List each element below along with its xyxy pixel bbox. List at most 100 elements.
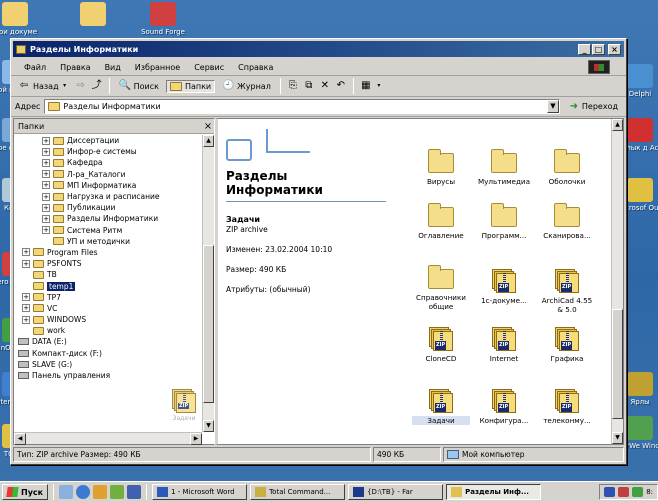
expand-toggle-icon[interactable]: + <box>22 315 30 324</box>
outlook-express-icon[interactable] <box>93 485 108 499</box>
search-button[interactable]: 🔍 Поиск <box>116 79 162 93</box>
close-icon[interactable]: × <box>202 121 214 132</box>
quicklaunch-app-icon[interactable] <box>110 485 125 499</box>
menu-view[interactable]: Вид <box>98 63 128 72</box>
history-button[interactable]: 🕘 Журнал <box>219 79 274 93</box>
show-desktop-icon[interactable] <box>59 485 74 499</box>
tree-item[interactable]: + Program Files <box>14 247 202 258</box>
minimize-button[interactable]: _ <box>578 43 591 55</box>
tree-horizontal-scrollbar[interactable]: ◀ ▶ <box>14 432 202 445</box>
expand-toggle-icon[interactable]: + <box>42 214 50 223</box>
tree-item[interactable]: work <box>14 325 202 336</box>
zip-folder-item[interactable]: ZIP Графика <box>538 327 596 363</box>
scroll-thumb[interactable] <box>612 309 623 419</box>
zip-folder-item[interactable]: ZIP CloneCD <box>412 327 470 363</box>
folder-item[interactable]: Оглавление <box>412 203 470 240</box>
tree-item[interactable]: + Публикации <box>14 202 202 213</box>
menu-edit[interactable]: Правка <box>53 63 97 72</box>
start-button[interactable]: Пуск <box>2 484 49 500</box>
tree-item[interactable]: Компакт-диск (F:) <box>14 348 202 359</box>
tree-item[interactable]: + Л-ра_Каталоги <box>14 169 202 180</box>
go-button[interactable]: ➜ Переход <box>564 101 622 113</box>
scroll-right-icon[interactable]: ▶ <box>190 433 202 445</box>
zip-folder-item[interactable]: ZIP ArchiCad 4.55 & 5.0 <box>538 269 596 314</box>
folder-item[interactable]: ПК <box>538 119 596 120</box>
folder-item[interactable]: Сканирова... <box>538 203 596 240</box>
scroll-down-icon[interactable]: ▼ <box>203 420 214 432</box>
scroll-up-icon[interactable]: ▲ <box>203 135 214 147</box>
scroll-thumb[interactable] <box>203 245 214 403</box>
address-input[interactable]: Разделы Информатики ▼ <box>44 99 560 114</box>
tree-item[interactable]: + Нагрузка и расписание <box>14 191 202 202</box>
tree-item[interactable]: + Система Ритм <box>14 225 202 236</box>
tree-item[interactable]: + VC <box>14 303 202 314</box>
zip-folder-item[interactable]: ZIP телеконму... <box>538 389 596 425</box>
tree-item[interactable]: + Кафедра <box>14 157 202 168</box>
taskbar-button[interactable]: Разделы Инф... <box>446 484 542 500</box>
tree-item[interactable]: УП и методички <box>14 236 202 247</box>
expand-toggle-icon[interactable]: + <box>22 248 30 257</box>
folder-item[interactable]: Программ... <box>475 203 533 240</box>
taskbar-button[interactable]: Total Command... <box>250 484 346 500</box>
scroll-down-icon[interactable]: ▼ <box>612 432 623 444</box>
files-vertical-scrollbar[interactable]: ▲ ▼ <box>611 119 623 444</box>
zip-folder-item[interactable]: ZIP 1с-докуме... <box>475 269 533 305</box>
expand-toggle-icon[interactable]: + <box>42 226 50 235</box>
tree-item[interactable]: + PSFONTS <box>14 258 202 269</box>
desktop-icon[interactable]: Мои докуме <box>0 2 38 36</box>
tray-language-icon[interactable] <box>604 487 616 497</box>
scroll-left-icon[interactable]: ◀ <box>14 433 26 445</box>
tree-item[interactable]: + Разделы Информатики <box>14 213 202 224</box>
move-to-icon[interactable]: ⎘ <box>287 80 299 92</box>
up-folder-icon[interactable]: ⤴ <box>91 80 103 92</box>
menu-favorites[interactable]: Избранное <box>128 63 187 72</box>
tree-item[interactable]: DATA (E:) <box>14 336 202 347</box>
desktop-icon[interactable]: Sound Forge <box>140 2 186 36</box>
internet-explorer-icon[interactable] <box>76 485 91 499</box>
tree-item[interactable]: + WINDOWS <box>14 314 202 325</box>
tree-item[interactable]: + Диссертации <box>14 135 202 146</box>
zip-folder-item[interactable]: ZIP Конфигура... <box>475 389 533 425</box>
menu-file[interactable]: Файл <box>17 63 53 72</box>
tree-item[interactable]: TB <box>14 269 202 280</box>
desktop-icon[interactable] <box>70 2 116 28</box>
back-button[interactable]: ⇦ Назад ▾ <box>15 79 71 93</box>
expand-toggle-icon[interactable]: + <box>22 304 30 313</box>
chevron-down-icon[interactable]: ▾ <box>62 80 68 92</box>
address-dropdown-button[interactable]: ▼ <box>546 100 559 113</box>
tray-app-icon[interactable] <box>618 487 630 497</box>
tree-item[interactable]: temp1 <box>14 280 202 291</box>
expand-toggle-icon[interactable]: + <box>42 158 50 167</box>
close-button[interactable]: × <box>608 43 621 55</box>
delete-icon[interactable]: ✕ <box>319 80 331 92</box>
expand-toggle-icon[interactable]: + <box>42 136 50 145</box>
zip-folder-item[interactable]: ZIP Internet <box>475 327 533 363</box>
scroll-up-icon[interactable]: ▲ <box>612 119 623 131</box>
tree-item[interactable]: Панель управления <box>14 370 202 381</box>
views-icon[interactable]: ▦ <box>360 80 372 92</box>
menu-help[interactable]: Справка <box>231 63 280 72</box>
expand-toggle-icon[interactable]: + <box>42 181 50 190</box>
expand-toggle-icon[interactable]: + <box>42 203 50 212</box>
tree-item[interactable]: + МП Информатика <box>14 180 202 191</box>
tree-item[interactable]: SLAVE (G:) <box>14 359 202 370</box>
taskbar-button[interactable]: {D:\TB} - Far <box>348 484 444 500</box>
tree-item[interactable]: + Инфор-е системы <box>14 146 202 157</box>
maximize-button[interactable]: □ <box>592 43 605 55</box>
folder-item[interactable]: Справочники общие <box>412 265 470 311</box>
folder-item[interactable]: Оболочки <box>538 149 596 186</box>
zip-folder-item[interactable]: ZIP Задачи <box>412 389 470 425</box>
forward-arrow-icon[interactable]: ⇨ <box>75 80 87 92</box>
expand-toggle-icon[interactable]: + <box>42 147 50 156</box>
expand-toggle-icon[interactable]: + <box>22 293 30 302</box>
expand-toggle-icon[interactable]: + <box>22 259 30 268</box>
title-bar[interactable]: Разделы Информатики _ □ × <box>13 41 624 57</box>
taskbar-button[interactable]: 1 - Microsoft Word <box>152 484 248 500</box>
expand-toggle-icon[interactable]: + <box>42 170 50 179</box>
quicklaunch-app-icon[interactable] <box>127 485 142 499</box>
expand-toggle-icon[interactable]: + <box>42 192 50 201</box>
folder-item[interactable]: Мультимедиа <box>475 149 533 186</box>
undo-icon[interactable]: ↶ <box>335 80 347 92</box>
menu-tools[interactable]: Сервис <box>187 63 231 72</box>
folder-item[interactable]: Вирусы <box>412 149 470 186</box>
